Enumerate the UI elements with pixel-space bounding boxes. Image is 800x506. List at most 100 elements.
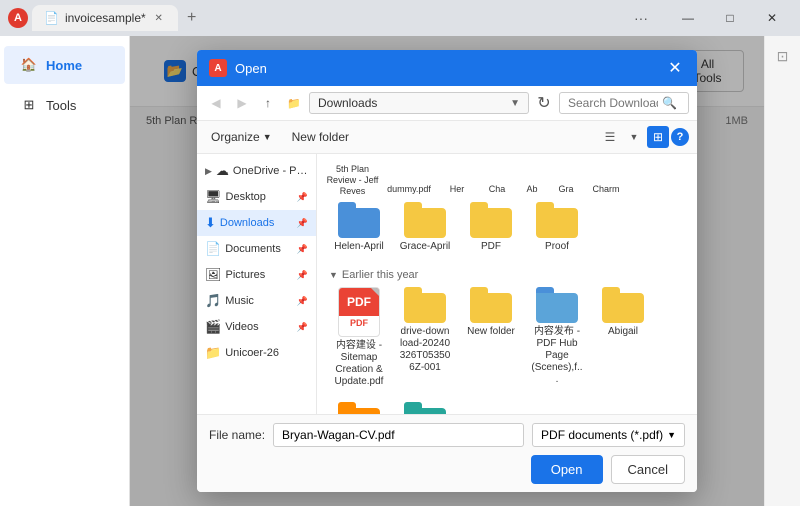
- help-button[interactable]: ?: [671, 128, 689, 146]
- tree-item-desktop[interactable]: 🖥 Desktop 📌: [197, 184, 316, 210]
- tree-item-documents[interactable]: 📄 Documents 📌: [197, 236, 316, 262]
- search-bar[interactable]: 🔍: [559, 92, 689, 114]
- tree-item-onedrive[interactable]: ▶ ☁ OneDrive - Perso: [197, 158, 316, 184]
- search-input[interactable]: [568, 96, 658, 110]
- folder-grace-april[interactable]: Grace-April: [395, 198, 455, 257]
- panel-icon-1[interactable]: ⊡: [771, 44, 795, 68]
- earlier-this-year-label: ▼ Earlier this year: [325, 265, 689, 283]
- list-view-button[interactable]: ☰: [599, 126, 621, 148]
- folder-abigail[interactable]: Abigail: [593, 283, 653, 392]
- folder-helen-april[interactable]: Helen-April: [329, 198, 389, 257]
- folder-drive-download[interactable]: drive-down load-20240 326T05350 6Z-001: [395, 283, 455, 392]
- sidebar-item-home[interactable]: 🏠 Home: [4, 46, 125, 84]
- forward-button[interactable]: ▶: [231, 92, 253, 114]
- main-content: 📂 Open + Create ✏ Edit 🔄 Convert PDF ⊞ C…: [130, 36, 764, 506]
- unicorer-icon: 📁: [205, 345, 221, 361]
- folder-pdf-label: PDF: [481, 241, 501, 253]
- partial-item-7: Charm: [586, 184, 626, 194]
- maximize-button[interactable]: □: [710, 4, 750, 32]
- window-controls: — □ ✕: [668, 4, 792, 32]
- grid-view-button[interactable]: ⊞: [647, 126, 669, 148]
- action-buttons-row: Open Cancel: [209, 455, 685, 484]
- view-dropdown-button[interactable]: ▼: [623, 126, 645, 148]
- desktop-label: Desktop: [226, 191, 266, 203]
- close-button[interactable]: ✕: [752, 4, 792, 32]
- documents-pin-icon: 📌: [297, 244, 308, 255]
- dialog-title: Open: [235, 61, 657, 76]
- folder-neirong-fabu-label: 内容发布 - PDF Hub Page (Scenes),f...: [531, 326, 583, 386]
- file-grid: 5th Plan Review - Jeff Reyes Residenc...…: [317, 154, 697, 414]
- tree-item-unicorer[interactable]: 📁 Unicoer-26: [197, 340, 316, 366]
- music-label: Music: [225, 295, 254, 307]
- section-collapse-icon[interactable]: ▼: [329, 270, 338, 280]
- folder-helen-april-label: Helen-April: [334, 241, 383, 253]
- filename-input[interactable]: [273, 423, 524, 447]
- videos-pin-icon: 📌: [297, 322, 308, 333]
- dialog-open-button[interactable]: Open: [531, 455, 603, 484]
- partial-top-row: 5th Plan Review - Jeff Reyes Residenc...…: [325, 162, 689, 194]
- active-tab[interactable]: 📄 invoicesample* ✕: [32, 5, 178, 31]
- folder-abigail-label: Abigail: [608, 326, 638, 338]
- folder-new-folder[interactable]: New folder: [461, 283, 521, 392]
- sidebar-home-label: Home: [46, 58, 82, 73]
- tab-close-button[interactable]: ✕: [152, 11, 166, 25]
- folder-skype[interactable]: Skype: [395, 398, 455, 414]
- partial-item-6: Gra: [550, 184, 582, 194]
- dialog-cancel-button[interactable]: Cancel: [611, 455, 685, 484]
- section-label-text: Earlier this year: [342, 269, 418, 281]
- tree-item-music[interactable]: 🎵 Music 📌: [197, 288, 316, 314]
- address-bar[interactable]: Downloads ▼: [309, 92, 529, 114]
- right-panel: ⊡: [764, 36, 800, 506]
- dialog-toolbar: Organize ▼ New folder ☰ ▼ ⊞ ?: [197, 121, 697, 154]
- new-folder-button[interactable]: New folder: [286, 127, 355, 147]
- partial-item-4: Cha: [480, 184, 514, 194]
- partial-item-5: Ab: [518, 184, 546, 194]
- sidebar-item-tools[interactable]: ⊞ Tools: [4, 86, 125, 124]
- pictures-pin-icon: 📌: [297, 270, 308, 281]
- tab-label: invoicesample*: [65, 11, 146, 25]
- videos-label: Videos: [225, 321, 258, 333]
- file-neirong-label: 内容建设 - Sitemap Creation & Update.pdf: [333, 340, 385, 388]
- desktop-icon: 🖥: [205, 189, 222, 205]
- refresh-button[interactable]: ↻: [533, 92, 555, 114]
- folder-pdf[interactable]: PDF: [461, 198, 521, 257]
- address-dropdown-icon[interactable]: ▼: [510, 98, 520, 109]
- tree-item-downloads[interactable]: ⬇ Downloads 📌: [197, 210, 316, 236]
- browser-logo: A: [8, 8, 28, 28]
- back-button[interactable]: ◀: [205, 92, 227, 114]
- organize-button[interactable]: Organize ▼: [205, 127, 278, 147]
- dialog-close-button[interactable]: ✕: [665, 58, 685, 78]
- filetype-dropdown-icon: ▼: [667, 430, 676, 440]
- filename-row: File name: PDF documents (*.pdf) ▼: [209, 423, 685, 447]
- filename-label: File name:: [209, 428, 265, 442]
- pictures-label: Pictures: [226, 269, 266, 281]
- browser-menu-button[interactable]: ···: [626, 10, 656, 26]
- filetype-text: PDF documents (*.pdf): [541, 428, 663, 442]
- home-icon: 🏠: [20, 56, 38, 74]
- address-bar-row: ◀ ▶ ↑ 📁 Downloads ▼ ↻ 🔍: [197, 86, 697, 121]
- organize-label: Organize: [211, 130, 260, 144]
- videos-icon: 🎬: [205, 319, 221, 335]
- downloads-icon: ⬇: [205, 215, 216, 231]
- folder-neirong-fabu[interactable]: 内容发布 - PDF Hub Page (Scenes),f...: [527, 283, 587, 392]
- folder-proof-label: Proof: [545, 241, 569, 253]
- tools-icon: ⊞: [20, 96, 38, 114]
- partial-item-1: 5th Plan Review - Jeff Reyes Residenc...: [325, 164, 380, 194]
- folder-row-1: Helen-April Grace-April: [325, 198, 689, 257]
- up-button[interactable]: ↑: [257, 92, 279, 114]
- sidebar: 🏠 Home ⊞ Tools: [0, 36, 130, 506]
- pictures-icon: 🖼: [205, 267, 222, 283]
- tree-item-pictures[interactable]: 🖼 Pictures 📌: [197, 262, 316, 288]
- tree-item-videos[interactable]: 🎬 Videos 📌: [197, 314, 316, 340]
- sidebar-tools-label: Tools: [46, 98, 76, 113]
- folder-proof[interactable]: Proof: [527, 198, 587, 257]
- open-dialog: A Open ✕ ◀ ▶ ↑ 📁 Downloads ▼ ↻: [197, 50, 697, 492]
- dialog-titlebar: A Open ✕: [197, 50, 697, 86]
- filetype-select[interactable]: PDF documents (*.pdf) ▼: [532, 423, 685, 447]
- new-tab-button[interactable]: +: [180, 6, 204, 30]
- music-icon: 🎵: [205, 293, 221, 309]
- folder-grace[interactable]: GRACE: [329, 398, 389, 414]
- address-path: Downloads: [318, 96, 504, 110]
- file-neirong-pdf[interactable]: PDF PDF 内容建设 - Sitemap Creation & Update…: [329, 283, 389, 392]
- minimize-button[interactable]: —: [668, 4, 708, 32]
